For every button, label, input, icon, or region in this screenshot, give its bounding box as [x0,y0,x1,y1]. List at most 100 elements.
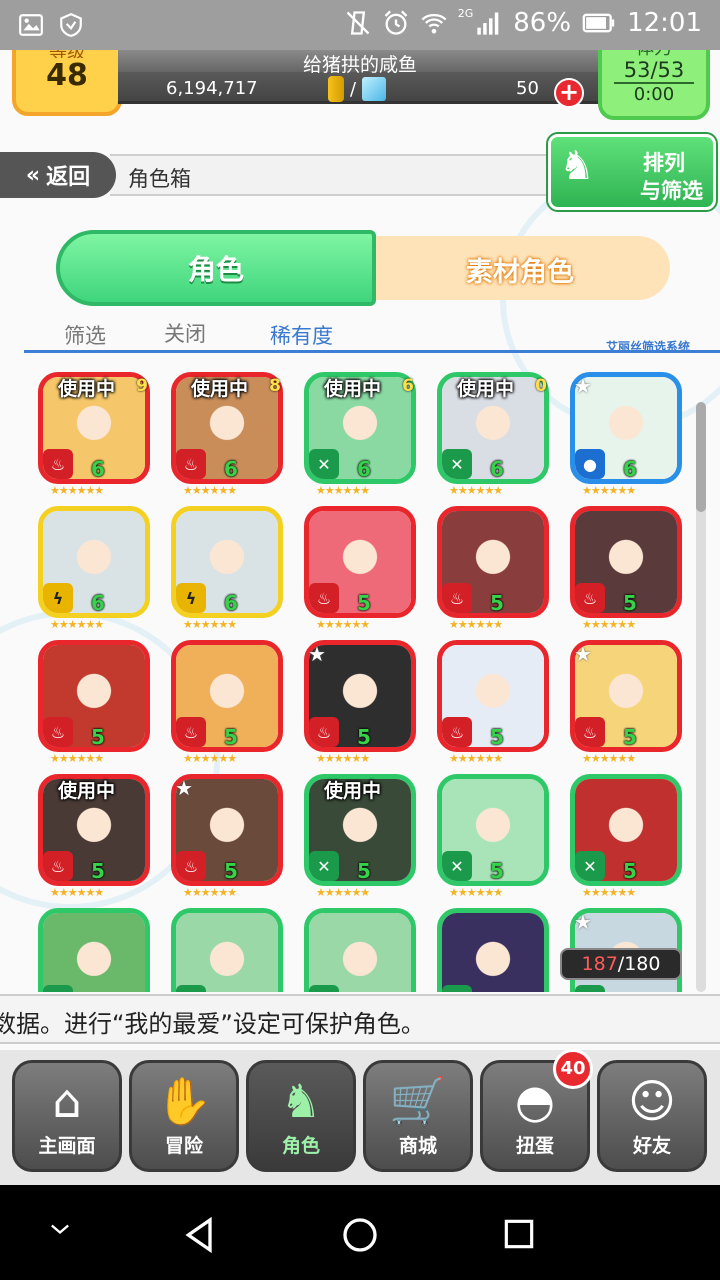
rarity-stars-icon: ★★★★★★ [316,618,370,631]
wind-attribute-icon: ✕ [442,851,472,881]
filter-toggle[interactable]: 筛选 关闭 [24,316,224,350]
character-level: 5 [91,859,105,883]
character-card[interactable]: ♨ 5 ★ ★★★★★★ [304,640,416,765]
fire-attribute-icon: ♨ [176,717,206,747]
character-card[interactable]: ✕ 6 使用中 6 ★★★★★★ [304,372,416,497]
favorite-star-icon: ★ [175,776,193,800]
fire-attribute-icon: ♨ [309,717,339,747]
character-card[interactable]: ♨ 6 使用中 9 ★★★★★★ [38,372,150,497]
home-circle-icon[interactable] [340,1215,380,1255]
vibrate-off-icon [346,11,370,35]
character-card[interactable]: ♨ 5 使用中 ★★★★★★ [38,774,150,899]
gallery-icon [19,14,43,36]
character-card[interactable]: ✕ 5 ★★★★★★ [570,774,682,899]
bottom-nav: ⌂ 主画面 ✋ 冒险 ♞ 角色 🛒 商城 ◓ 扭蛋 40 ☺ 好友 [0,1049,720,1185]
coin-icon [328,76,344,102]
character-frame: ♨ 5 [38,640,150,752]
nav-button-friends[interactable]: ☺ 好友 [597,1060,707,1172]
character-card[interactable]: ♨ 5 ★★★★★★ [304,506,416,631]
character-frame: ♨ 5 [437,506,549,618]
character-card[interactable]: ♨ 5 ★★★★★★ [171,640,283,765]
character-card[interactable]: ♨ 5 ★★★★★★ [38,640,150,765]
tab-characters[interactable]: 角色 [56,230,376,306]
character-level: 5 [357,859,371,883]
character-card[interactable]: ♨ 5 ★ ★★★★★★ [570,640,682,765]
character-card[interactable]: ✕★★★★★★ [437,908,549,992]
in-use-label: 使用中 [324,780,382,802]
character-card[interactable]: ✕ 5 ★★★★★★ [437,774,549,899]
character-frame: ✕ [304,908,416,992]
character-frame: ♨ 5 [437,640,549,752]
friends-icon: ☺ [628,1074,676,1128]
character-card[interactable]: ✕★★★★★★ [171,908,283,992]
character-card[interactable]: ✕ 6 使用中 0 ★★★★★★ [437,372,549,497]
character-frame: ✕ [38,908,150,992]
in-use-label: 使用中 [191,378,249,400]
rarity-stars-icon: ★★★★★★ [183,752,237,765]
thunder-attribute-icon: ϟ [43,583,73,613]
nav-label: 冒险 [164,1135,203,1157]
fire-attribute-icon: ♨ [176,851,206,881]
wind-attribute-icon: ✕ [442,449,472,479]
corner-number: 8 [269,376,281,396]
fire-attribute-icon: ♨ [43,717,73,747]
filter-label: 与筛选 [640,179,703,203]
nav-button-bunny[interactable]: ♞ 角色 [246,1060,356,1172]
character-card[interactable]: ♨ 5 ★★★★★★ [437,506,549,631]
character-card[interactable]: ✕★★★★★★ [304,908,416,992]
back-button[interactable]: « 返回 [0,152,116,198]
wind-attribute-icon: ✕ [309,851,339,881]
character-card[interactable]: ♨ 5 ★★★★★★ [437,640,549,765]
status-bar: 2G 86% 12:01 [0,0,720,50]
scrollbar[interactable] [696,402,706,992]
character-level: 6 [91,457,105,481]
character-frame: ✕ 5 [437,774,549,886]
character-card[interactable]: ✕★★★★★★ [38,908,150,992]
nav-button-handshake[interactable]: ✋ 冒险 [129,1060,239,1172]
rarity-stars-icon: ★★★★★★ [50,886,104,899]
tab-material-characters[interactable]: 素材角色 [400,242,640,296]
stamina-timer: 0:00 [633,84,675,105]
character-card[interactable]: ♨ 5 ★★★★★★ [570,506,682,631]
corner-number: 0 [535,376,547,396]
character-level: 5 [91,725,105,749]
character-level: 6 [490,457,504,481]
game-screen: 等级 48 给猪拱的咸鱼 6,194,717 / 50 + 体力 53/53 0… [0,50,720,1185]
in-use-label: 使用中 [457,378,515,400]
rarity-stars-icon: ★★★★★★ [316,752,370,765]
nav-button-cart[interactable]: 🛒 商城 [363,1060,473,1172]
nav-label: 扭蛋 [515,1135,554,1157]
character-card[interactable]: ● 6 ★ ★★★★★★ [570,372,682,497]
character-level: 5 [490,591,504,615]
character-level: 5 [623,591,637,615]
character-level: 5 [224,725,238,749]
rarity-stars-icon: ★★★★★★ [449,618,503,631]
nav-button-home[interactable]: ⌂ 主画面 [12,1060,122,1172]
character-portrait [309,913,411,992]
nav-button-egg[interactable]: ◓ 扭蛋 40 [480,1049,593,1172]
wind-attribute-icon: ✕ [309,985,339,992]
scroll-thumb[interactable] [696,402,706,512]
character-card[interactable]: ϟ 6 ★★★★★★ [171,506,283,631]
currency-separator: / [350,78,357,100]
rarity-stars-icon: ★★★★★★ [316,886,370,899]
back-triangle-icon[interactable] [180,1215,220,1255]
sort-by-rarity[interactable]: 稀有度 [270,320,333,350]
box-count-current: 187 [581,953,618,975]
buy-gems-button[interactable]: + [554,78,584,108]
character-card[interactable]: ✕ 5 使用中 ★★★★★★ [304,774,416,899]
recents-square-icon[interactable] [500,1215,538,1253]
box-count-max: /180 [617,953,661,975]
chevron-down-icon[interactable] [46,1215,74,1243]
wifi-icon [421,13,447,34]
character-portrait [176,913,278,992]
character-card[interactable]: ϟ 6 ★★★★★★ [38,506,150,631]
rarity-stars-icon: ★★★★★★ [50,752,104,765]
character-frame: ϟ6 [38,506,150,618]
character-card[interactable]: ♨ 5 ★ ★★★★★★ [171,774,283,899]
battery-icon [582,13,615,33]
sort-filter-button[interactable]: ♞ 排列 与筛选 [546,132,718,212]
character-card[interactable]: ♨ 6 使用中 8 ★★★★★★ [171,372,283,497]
in-use-label: 使用中 [58,378,116,400]
currency-icons: / [328,76,387,102]
